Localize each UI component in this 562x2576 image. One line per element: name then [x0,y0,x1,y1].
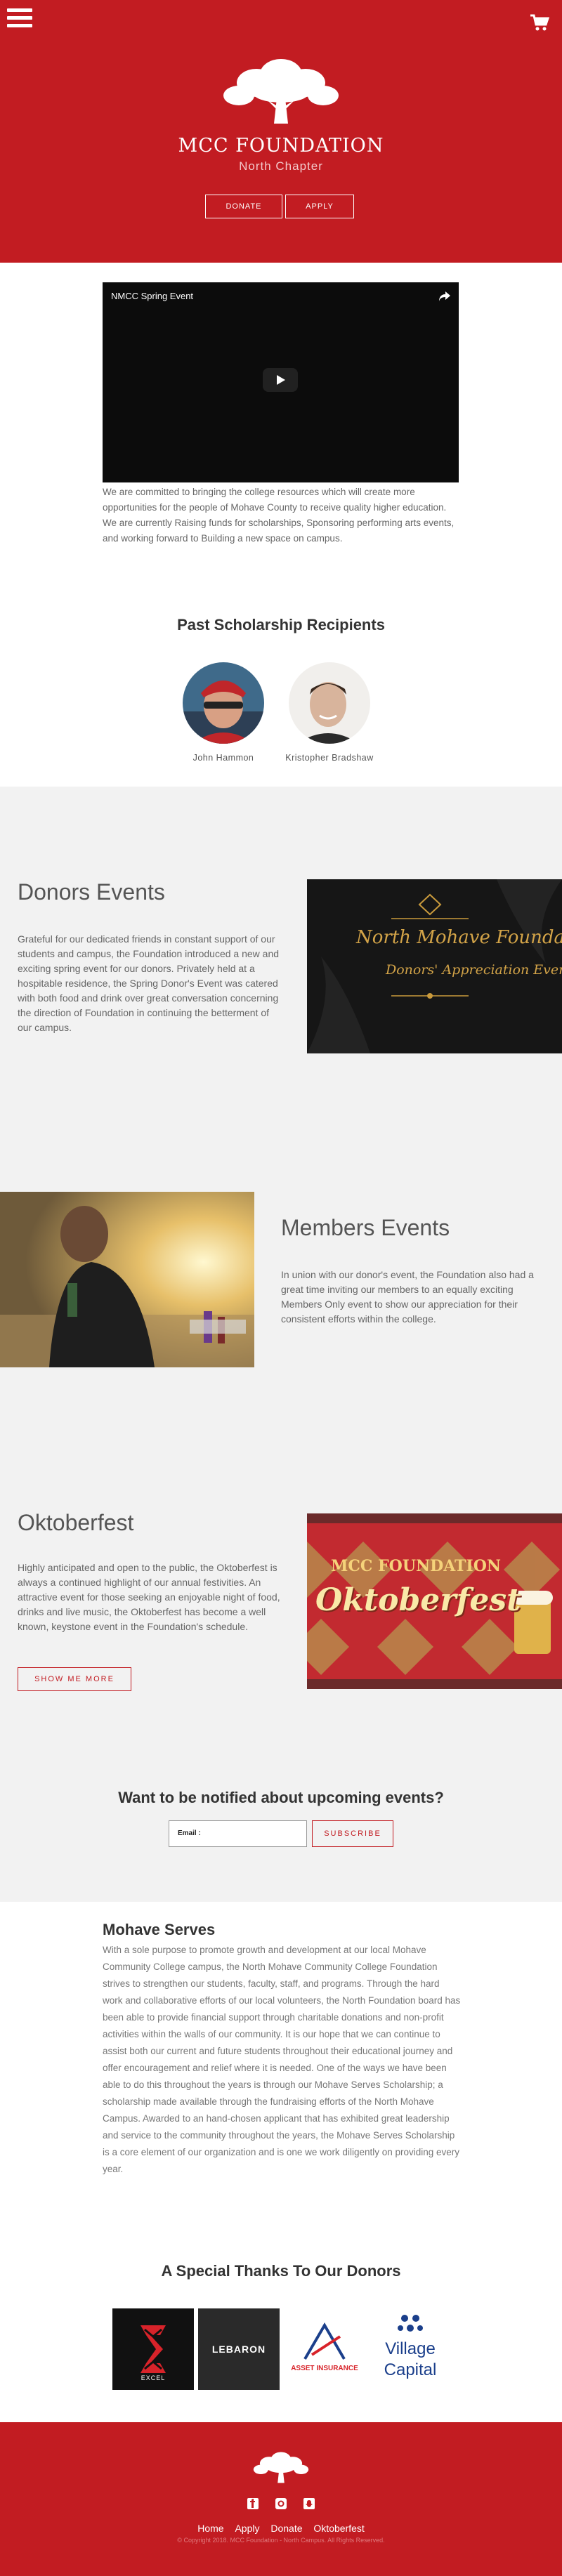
footer-tree-logo-icon [251,2450,311,2484]
scholarship-title: Past Scholarship Recipients [177,616,385,633]
donate-button[interactable]: DONATE [205,195,282,218]
show-me-more-button[interactable]: SHOW ME MORE [18,1667,131,1691]
copyright: © Copyright 2018. MCC Foundation - North… [177,2537,385,2544]
asset-logo-text: ASSET INSURANCE [291,2365,358,2372]
video-title: NMCC Spring Event [111,291,194,301]
oktoberfest-banner-top: MCC FOUNDATION [331,1557,501,1575]
mohave-serves-text: With a sole purpose to promote growth an… [103,1945,461,2174]
video-player[interactable]: NMCC Spring Event [103,282,459,482]
apply-button[interactable]: APPLY [285,195,354,218]
avatar-kristopher-bradshaw [289,662,370,744]
instagram-icon[interactable] [275,2498,287,2509]
donor-logo-excel: EXCEL [112,2308,194,2390]
facebook-icon[interactable] [247,2498,259,2509]
banner-line-1: North Mohave Foundation [356,927,562,948]
oktoberfest-banner: MCC FOUNDATION Oktoberfest [307,1513,562,1689]
tree-logo-icon [218,56,344,125]
footer-link-donate[interactable]: Donate [270,2523,302,2534]
site-subtitle: North Chapter [239,159,323,173]
village-logo-text: Village [385,2339,436,2358]
banner-line-2: Donors' Appreciation Event [386,962,562,978]
newsletter-title: Want to be notified about upcoming event… [118,1789,444,1806]
donors-event-banner: North Mohave Foundation Donors' Apprecia… [307,879,562,1053]
donor-logo-asset-insurance: ASSET INSURANCE [284,2308,365,2390]
header: MCC FOUNDATION North Chapter DONATE APPL… [0,0,562,263]
footer: Home Apply Donate Oktoberfest © Copyrigh… [0,2422,562,2576]
donors-events-text: Grateful for our dedicated friends in co… [18,933,280,1033]
oktoberfest-title: Oktoberfest [18,1510,134,1535]
footer-nav: Home Apply Donate Oktoberfest [0,2523,562,2534]
lebaron-logo-text: LEBARON [211,2344,266,2355]
oktoberfest-banner-main: Oktoberfest [315,1582,521,1618]
donor-logo-village-capital: Village Capital [370,2308,451,2390]
email-label: Email : [178,1829,201,1837]
recipient-name: Kristopher Bradshaw [285,753,374,763]
footer-link-oktoberfest[interactable]: Oktoberfest [313,2523,364,2534]
members-event-photo [0,1192,254,1367]
donor-logo-lebaron: LEBARON [198,2308,280,2390]
footer-link-apply[interactable]: Apply [235,2523,259,2534]
snapchat-icon[interactable] [303,2498,315,2509]
footer-link-home[interactable]: Home [197,2523,223,2534]
site-title: MCC FOUNDATION [178,135,384,157]
share-icon[interactable] [438,291,451,302]
intro-text: We are committed to bringing the college… [103,487,455,544]
members-events-text: In union with our donor's event, the Fou… [281,1269,534,1325]
cart-icon[interactable] [530,14,550,32]
mohave-serves-title: Mohave Serves [103,1921,216,1938]
menu-icon[interactable] [7,8,32,28]
members-events-title: Members Events [281,1215,450,1240]
oktoberfest-text: Highly anticipated and open to the publi… [18,1562,280,1632]
donors-title: A Special Thanks To Our Donors [161,2262,401,2280]
subscribe-button[interactable]: SUBSCRIBE [312,1820,393,1847]
excel-logo-text: EXCEL [140,2374,166,2381]
play-button[interactable] [263,368,298,392]
capital-logo-text: Capital [384,2360,437,2379]
donors-events-title: Donors Events [18,879,165,905]
avatar-john-hammon [183,662,264,744]
email-field[interactable]: Email : [169,1820,307,1847]
